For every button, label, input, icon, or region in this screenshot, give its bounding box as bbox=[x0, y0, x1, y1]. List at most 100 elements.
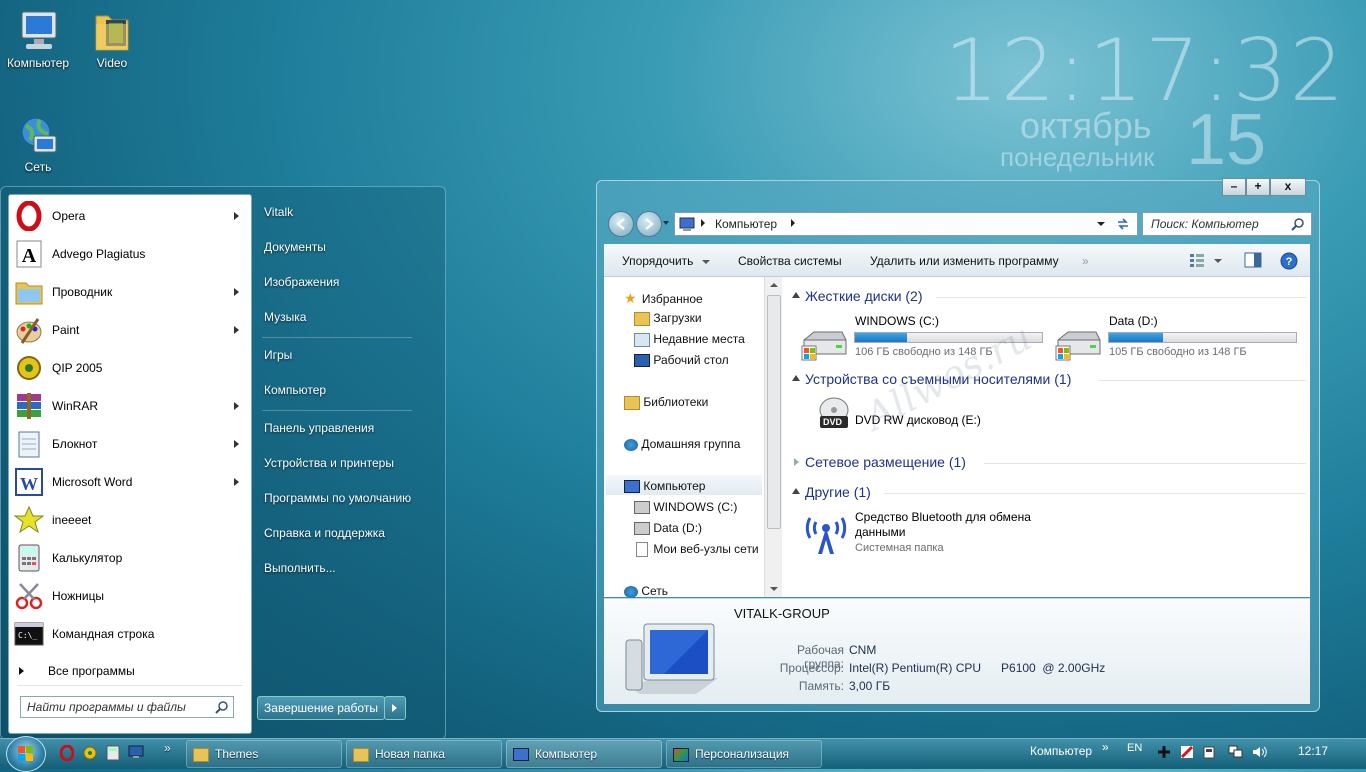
nav-item-favorites[interactable]: ★ Избранное bbox=[624, 290, 703, 307]
network-status-icon[interactable] bbox=[1228, 745, 1244, 759]
nav-item-drive-d[interactable]: Data (D:) bbox=[634, 521, 702, 536]
volume-icon[interactable] bbox=[1252, 745, 1268, 759]
uninstall-program-button[interactable]: Удалить или изменить программу bbox=[870, 254, 1059, 268]
start-menu-link[interactable]: Компьютер bbox=[264, 383, 326, 397]
submenu-arrow-icon[interactable] bbox=[234, 212, 239, 220]
shutdown-button[interactable]: Завершение работы bbox=[257, 696, 385, 720]
desktop-icon-network[interactable]: Сеть bbox=[0, 112, 76, 174]
minimize-button[interactable]: – bbox=[1222, 178, 1246, 196]
address-bar[interactable]: Компьютер bbox=[674, 212, 1138, 236]
start-menu-link[interactable]: Vitalk bbox=[264, 205, 293, 219]
start-menu-link[interactable]: Музыка bbox=[264, 310, 306, 324]
preview-pane-icon[interactable] bbox=[1244, 252, 1262, 268]
start-menu-program[interactable]: Ножницы bbox=[9, 578, 251, 614]
back-button[interactable] bbox=[608, 211, 634, 237]
collapse-triangle-icon[interactable] bbox=[792, 375, 800, 381]
start-button[interactable] bbox=[6, 736, 46, 772]
nav-item-network[interactable]: Сеть bbox=[624, 584, 668, 598]
nav-item-homegroup[interactable]: Домашняя группа bbox=[624, 437, 740, 451]
nav-item-downloads[interactable]: Загрузки bbox=[634, 311, 702, 326]
close-button[interactable]: x bbox=[1270, 178, 1306, 196]
start-search-input[interactable]: Найти программы и файлы bbox=[20, 696, 234, 718]
taskbar-toolbar-more[interactable]: » bbox=[1102, 740, 1109, 754]
help-icon[interactable]: ? bbox=[1280, 252, 1298, 270]
start-menu-link[interactable]: Изображения bbox=[264, 275, 339, 289]
start-menu-program[interactable]: Калькулятор bbox=[9, 540, 251, 576]
submenu-arrow-icon[interactable] bbox=[234, 478, 239, 486]
group-other[interactable]: Другие (1) bbox=[805, 484, 871, 500]
collapse-triangle-icon[interactable] bbox=[792, 488, 800, 494]
start-menu-link[interactable]: Устройства и принтеры bbox=[264, 456, 394, 470]
taskbar-task[interactable]: Персонализация bbox=[666, 740, 822, 768]
nav-item-web-sites[interactable]: Мои веб-узлы сети bbox=[634, 542, 759, 558]
desktop-icon-video[interactable]: Video bbox=[74, 8, 150, 70]
group-hard-disks[interactable]: Жесткие диски (2) bbox=[805, 288, 923, 304]
bluetooth-name[interactable]: Средство Bluetooth для обмена данными bbox=[855, 510, 1031, 540]
start-menu-program[interactable]: W Microsoft Word bbox=[9, 464, 251, 500]
start-menu-program[interactable]: C:\_ Командная строка bbox=[9, 616, 251, 652]
language-indicator[interactable]: EN bbox=[1127, 742, 1142, 754]
taskbar-task[interactable]: Компьютер bbox=[506, 740, 662, 768]
scrollbar-thumb[interactable] bbox=[767, 295, 781, 529]
show-desktop-icon[interactable] bbox=[128, 745, 144, 759]
desktop-icon-computer[interactable]: Компьютер bbox=[0, 8, 76, 70]
nav-item-drive-c[interactable]: WINDOWS (C:) bbox=[634, 500, 737, 515]
start-menu-program[interactable]: WinRAR bbox=[9, 388, 251, 424]
start-menu-link[interactable]: Справка и поддержка bbox=[264, 526, 385, 540]
antivirus-icon[interactable] bbox=[1180, 745, 1194, 759]
start-menu-program[interactable]: Блокнот bbox=[9, 426, 251, 462]
safely-remove-icon[interactable] bbox=[1202, 745, 1216, 759]
view-options-icon[interactable] bbox=[1188, 252, 1224, 268]
drive-name[interactable]: Data (D:) bbox=[1109, 314, 1158, 328]
submenu-arrow-icon[interactable] bbox=[234, 326, 239, 334]
nav-item-computer[interactable]: Компьютер bbox=[624, 479, 705, 494]
opera-icon[interactable] bbox=[60, 745, 74, 761]
submenu-arrow-icon[interactable] bbox=[234, 440, 239, 448]
collapse-triangle-icon[interactable] bbox=[792, 292, 800, 298]
calculator-icon[interactable] bbox=[106, 745, 120, 761]
group-network-location[interactable]: Сетевое размещение (1) bbox=[805, 454, 966, 470]
drive-name[interactable]: WINDOWS (C:) bbox=[855, 314, 939, 328]
hard-drive-icon[interactable] bbox=[1054, 326, 1102, 362]
drive-icon bbox=[634, 501, 650, 515]
submenu-arrow-icon[interactable] bbox=[234, 402, 239, 410]
start-menu-link[interactable]: Панель управления bbox=[264, 421, 374, 435]
system-properties-button[interactable]: Свойства системы bbox=[738, 254, 842, 268]
navigation-scrollbar[interactable] bbox=[764, 277, 782, 597]
nav-item-desktop[interactable]: Рабочий стол bbox=[634, 353, 729, 368]
start-menu-program[interactable]: Проводник bbox=[9, 274, 251, 310]
start-menu-link[interactable]: Выполнить... bbox=[264, 561, 336, 575]
refresh-icon[interactable] bbox=[1115, 216, 1131, 232]
start-menu-program[interactable]: QIP 2005 bbox=[9, 350, 251, 386]
maximize-button[interactable]: + bbox=[1246, 178, 1270, 196]
tray-cross-icon[interactable] bbox=[1158, 746, 1170, 758]
shutdown-options-button[interactable] bbox=[384, 696, 406, 720]
start-menu-program[interactable]: ineeeet bbox=[9, 502, 251, 538]
history-dropdown-icon[interactable] bbox=[663, 221, 669, 225]
start-menu-program[interactable]: A Advego Plagiatus bbox=[9, 236, 251, 272]
toolbar-more-button[interactable]: » bbox=[1082, 254, 1089, 268]
taskbar-task[interactable]: Themes bbox=[186, 740, 342, 768]
forward-button[interactable] bbox=[636, 211, 662, 237]
submenu-arrow-icon[interactable] bbox=[234, 288, 239, 296]
chevron-down-icon[interactable] bbox=[1097, 222, 1105, 226]
taskbar-clock[interactable]: 12:17 bbox=[1298, 744, 1328, 758]
start-menu-link[interactable]: Игры bbox=[264, 348, 292, 362]
taskbar-toolbar-computer[interactable]: Компьютер bbox=[1030, 744, 1092, 758]
hard-drive-icon[interactable] bbox=[800, 326, 848, 362]
explorer-search-input[interactable]: Поиск: Компьютер bbox=[1142, 212, 1312, 236]
start-menu-program[interactable]: Opera bbox=[9, 198, 251, 234]
qip-icon[interactable] bbox=[82, 745, 98, 761]
all-programs-button[interactable]: Все программы bbox=[19, 661, 241, 681]
address-crumb[interactable]: Компьютер bbox=[715, 217, 777, 231]
bluetooth-icon[interactable] bbox=[802, 508, 850, 556]
start-menu-program[interactable]: Paint bbox=[9, 312, 251, 348]
start-menu-link[interactable]: Документы bbox=[264, 240, 326, 254]
quick-launch-more[interactable]: » bbox=[164, 738, 171, 764]
nav-item-libraries[interactable]: Библиотеки bbox=[624, 395, 708, 410]
nav-item-recent[interactable]: Недавние места bbox=[634, 332, 745, 347]
expand-triangle-icon[interactable] bbox=[794, 458, 799, 466]
start-menu-link[interactable]: Программы по умолчанию bbox=[264, 491, 411, 505]
organize-button[interactable]: Упорядочить bbox=[622, 254, 710, 268]
taskbar-task[interactable]: Новая папка bbox=[346, 740, 502, 768]
